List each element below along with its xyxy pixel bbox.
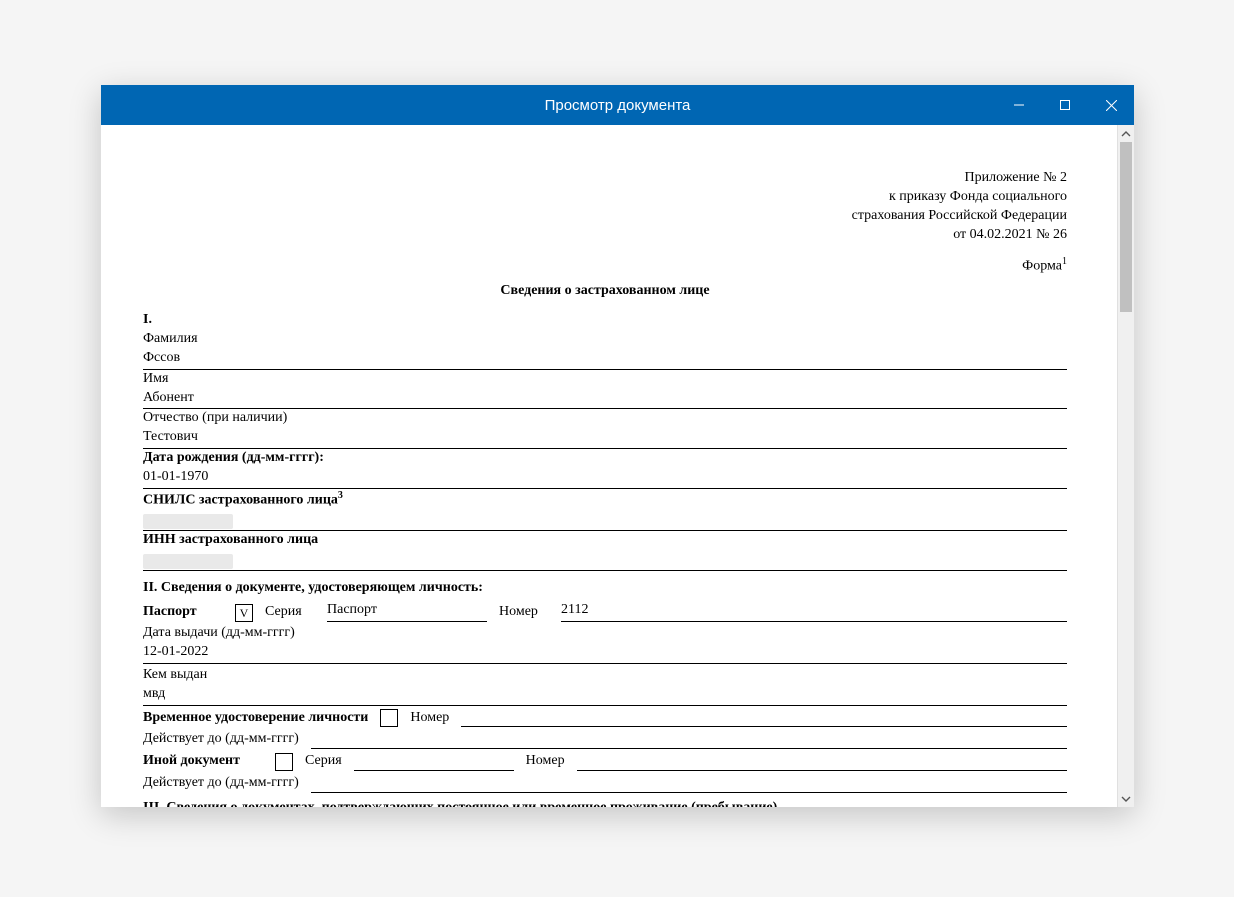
name-value: Абонент [143,389,1067,410]
issued-by-label: Кем выдан [143,666,1067,685]
dob-field: Дата рождения (дд-мм-гггг): 01-01-1970 [143,449,1067,489]
patronymic-value: Тестович [143,428,1067,449]
document-title: Сведения о застрахованном лице [143,282,1067,301]
number-label: Номер [499,603,549,622]
dob-label: Дата рождения (дд-мм-гггг): [143,449,1067,468]
document-viewport[interactable]: Приложение № 2 к приказу Фонда социально… [101,125,1117,807]
close-button[interactable] [1088,85,1134,125]
masked-inn [143,554,233,569]
temp-number-value [461,725,1067,727]
other-valid-label: Действует до (дд-мм-гггг) [143,774,299,793]
temp-number-label: Номер [410,709,449,728]
scroll-up-button[interactable] [1118,125,1134,142]
temp-id-label: Временное удостоверение личности [143,709,368,728]
chevron-up-icon [1121,129,1131,139]
header-line1: Приложение № 2 [143,169,1067,188]
other-doc-row: Иной документ Серия Номер [143,752,1067,771]
temp-valid-row: Действует до (дд-мм-гггг) [143,730,1067,749]
document-page: Приложение № 2 к приказу Фонда социально… [113,139,1097,807]
issue-date-label: Дата выдачи (дд-мм-гггг) [143,624,1067,643]
inn-label: ИНН застрахованного лица [143,531,1067,550]
minimize-button[interactable] [996,85,1042,125]
passport-row: Паспорт V Серия Паспорт Номер 2112 [143,601,1067,622]
issue-date-field: Дата выдачи (дд-мм-гггг) 12-01-2022 [143,624,1067,664]
series-label: Серия [265,603,315,622]
maximize-button[interactable] [1042,85,1088,125]
temp-valid-label: Действует до (дд-мм-гггг) [143,730,299,749]
scroll-track[interactable] [1118,142,1134,790]
other-valid-row: Действует до (дд-мм-гггг) [143,774,1067,793]
other-number-label: Номер [526,752,565,771]
temp-valid-value [311,747,1067,749]
scroll-thumb[interactable] [1120,142,1132,312]
other-series-value [354,769,514,771]
other-doc-checkbox[interactable] [275,753,293,771]
maximize-icon [1060,100,1070,110]
patronymic-label: Отчество (при наличии) [143,409,1067,428]
snils-label: СНИЛС застрахованного лица3 [143,489,1067,511]
series-value: Паспорт [327,601,487,622]
passport-checkbox[interactable]: V [235,604,253,622]
snils-field: СНИЛС застрахованного лица3 [143,489,1067,531]
temp-id-checkbox[interactable] [380,709,398,727]
titlebar: Просмотр документа [101,85,1134,125]
document-viewer-window: Просмотр документа Приложение № 2 к прик… [101,85,1134,807]
other-doc-label: Иной документ [143,752,263,771]
other-valid-value [311,791,1067,793]
surname-label: Фамилия [143,330,1067,349]
name-label: Имя [143,370,1067,389]
masked-snils [143,514,233,529]
other-series-label: Серия [305,752,342,771]
other-number-value [577,769,1067,771]
name-field: Имя Абонент [143,370,1067,410]
window-title: Просмотр документа [545,97,691,114]
issued-by-field: Кем выдан мвд [143,666,1067,706]
form-label: Форма1 [143,255,1067,277]
minimize-icon [1014,100,1024,110]
inn-field: ИНН застрахованного лица [143,531,1067,571]
temp-id-row: Временное удостоверение личности Номер [143,709,1067,728]
window-controls [996,85,1134,125]
surname-value: Фссов [143,349,1067,370]
passport-label: Паспорт [143,603,223,622]
close-icon [1106,100,1117,111]
header-line3: страхования Российской Федерации [143,207,1067,226]
patronymic-field: Отчество (при наличии) Тестович [143,409,1067,449]
snils-value [143,511,1067,532]
header-line4: от 04.02.2021 № 26 [143,226,1067,245]
section3-title-line1: III. Сведения о документах, подтверждающ… [143,799,1067,807]
header-block: Приложение № 2 к приказу Фонда социально… [143,169,1067,245]
issue-date-value: 12-01-2022 [143,643,1067,664]
vertical-scrollbar[interactable] [1117,125,1134,807]
scroll-down-button[interactable] [1118,790,1134,807]
issued-by-value: мвд [143,685,1067,706]
content-area: Приложение № 2 к приказу Фонда социально… [101,125,1134,807]
inn-value [143,550,1067,571]
section2-title: II. Сведения о документе, удостоверяющем… [143,579,1067,598]
header-line2: к приказу Фонда социального [143,188,1067,207]
chevron-down-icon [1121,794,1131,804]
number-value: 2112 [561,601,1067,622]
section1-number: I. [143,311,1067,330]
surname-field: Фамилия Фссов [143,330,1067,370]
dob-value: 01-01-1970 [143,468,1067,489]
